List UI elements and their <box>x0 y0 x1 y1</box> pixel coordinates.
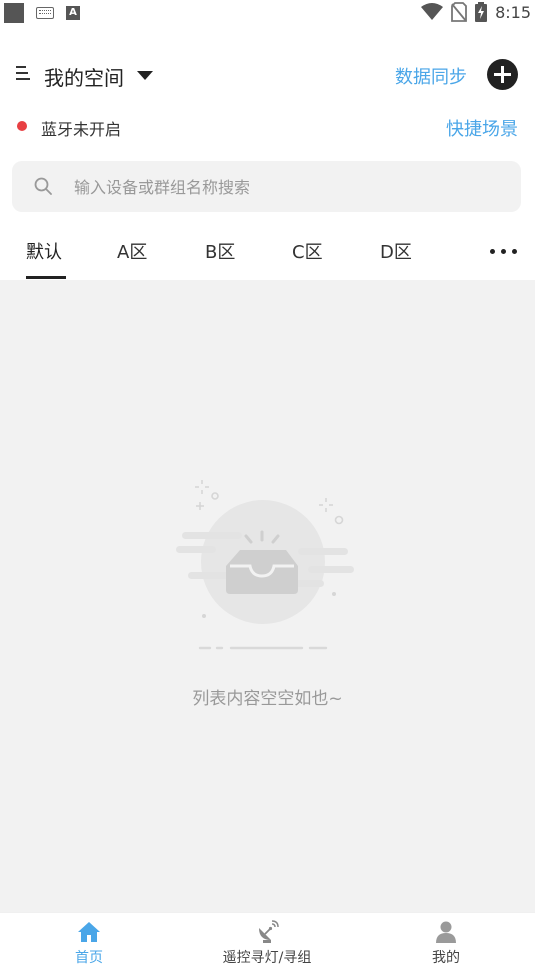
no-sim-icon <box>451 2 467 22</box>
header: 我的空间 数据同步 <box>0 56 535 96</box>
plus-circle-icon[interactable] <box>487 59 518 90</box>
wifi-icon <box>421 3 444 20</box>
space-title[interactable]: 我的空间 <box>44 62 124 91</box>
tab-area-a[interactable]: A区 <box>117 238 147 264</box>
user-icon <box>436 921 456 943</box>
nav-home-label: 首页 <box>75 950 103 965</box>
battery-charging-icon <box>475 2 488 22</box>
status-bar-left: A <box>4 3 80 23</box>
quick-scene-button[interactable]: 快捷场景 <box>446 115 518 141</box>
font-a-icon: A <box>66 6 80 20</box>
nav-home[interactable]: 首页 <box>0 913 178 965</box>
tab-bar: 默认 A区 B区 C区 D区 <box>0 226 535 280</box>
satellite-dish-icon <box>259 920 279 943</box>
search-icon <box>34 177 52 195</box>
status-bar: A 8:15 <box>0 0 535 26</box>
tab-area-b[interactable]: B区 <box>205 238 235 264</box>
status-bar-right: 8:15 <box>421 2 531 22</box>
caret-down-icon[interactable] <box>137 71 153 80</box>
bottom-navigation: 首页 遥控寻灯/寻组 我的 <box>0 912 535 965</box>
bluetooth-status-row: 蓝牙未开启 快捷场景 <box>0 112 535 142</box>
bluetooth-status-dot <box>17 121 27 131</box>
tab-area-c[interactable]: C区 <box>292 238 323 264</box>
notification-square-icon <box>4 3 24 23</box>
active-tab-indicator <box>26 276 66 279</box>
nav-me-label: 我的 <box>432 950 460 965</box>
nav-me[interactable]: 我的 <box>357 913 535 965</box>
data-sync-button[interactable]: 数据同步 <box>395 63 467 89</box>
empty-state-message: 列表内容空空如也~ <box>192 689 343 709</box>
bluetooth-status-text: 蓝牙未开启 <box>41 120 122 139</box>
keyboard-icon <box>36 7 54 19</box>
menu-icon[interactable] <box>16 66 30 82</box>
status-time: 8:15 <box>495 2 531 22</box>
search-bar[interactable] <box>12 161 521 212</box>
search-input[interactable] <box>74 171 494 203</box>
device-list-area: 列表内容空空如也~ <box>0 280 535 912</box>
tab-default[interactable]: 默认 <box>26 238 62 264</box>
home-icon <box>78 922 100 942</box>
nav-remote-find-label: 遥控寻灯/寻组 <box>222 950 312 965</box>
nav-remote-find[interactable]: 遥控寻灯/寻组 <box>178 913 356 965</box>
more-horizontal-icon[interactable] <box>490 249 518 255</box>
empty-inbox-icon <box>176 480 354 650</box>
tab-area-d[interactable]: D区 <box>380 238 412 264</box>
